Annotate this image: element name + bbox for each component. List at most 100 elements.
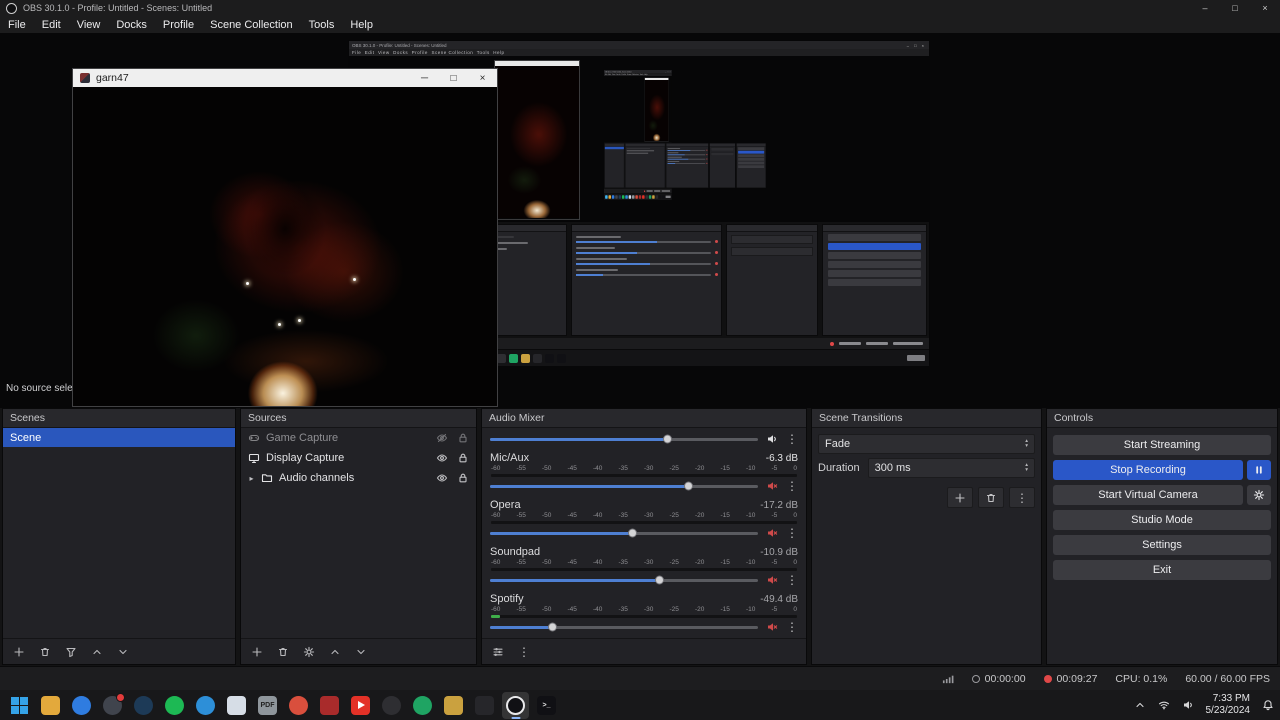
move-source-up-button[interactable] [329, 646, 341, 658]
taskbar-app-youtube-icon[interactable] [347, 692, 374, 719]
minimize-button[interactable]: – [1190, 0, 1220, 16]
lock-icon[interactable] [457, 452, 469, 464]
mixer-item-menu-icon[interactable]: ⋮ [786, 527, 798, 539]
game-close-button[interactable]: × [468, 69, 497, 87]
taskbar-app-pdf-viewer-icon[interactable]: PDF [254, 692, 281, 719]
volume-icon[interactable] [1182, 699, 1194, 711]
tray-overflow-chevron-icon[interactable] [1134, 699, 1146, 711]
advanced-audio-button[interactable] [492, 646, 504, 658]
mixer-menu-button[interactable]: ⋮ [518, 646, 530, 658]
taskbar-app-browser-edge-icon[interactable] [68, 692, 95, 719]
game-maximize-button[interactable]: □ [439, 69, 468, 87]
scene-filters-button[interactable] [65, 646, 77, 658]
start-virtual-camera-button[interactable]: Start Virtual Camera [1053, 485, 1243, 505]
taskbar-app-firefox-icon[interactable] [192, 692, 219, 719]
notifications-icon[interactable] [1262, 699, 1274, 711]
source-properties-button[interactable] [303, 646, 315, 658]
source-row-display-capture[interactable]: Display Capture [241, 448, 476, 468]
fps-counter: 60.00 / 60.00 FPS [1185, 672, 1270, 685]
move-scene-up-button[interactable] [91, 646, 103, 658]
volume-slider[interactable] [490, 622, 758, 632]
taskbar-app-obs-icon[interactable] [502, 691, 529, 719]
volume-slider[interactable] [490, 434, 758, 444]
volume-slider[interactable] [490, 575, 758, 585]
sources-toolbar [241, 638, 476, 664]
mixer-item-menu-icon[interactable]: ⋮ [786, 574, 798, 586]
wifi-icon[interactable] [1158, 699, 1170, 711]
menu-profile[interactable]: Profile [155, 16, 202, 33]
taskbar-app-cursor-tool-icon[interactable] [223, 692, 250, 719]
game-minimize-button[interactable]: ─ [410, 69, 439, 87]
visibility-off-icon[interactable] [436, 432, 448, 444]
pause-recording-button[interactable] [1247, 460, 1271, 480]
taskbar-app-terminal-icon[interactable]: >_ [533, 692, 560, 719]
menu-docks[interactable]: Docks [108, 16, 155, 33]
game-window-title-bar[interactable]: garn47 ─ □ × [73, 69, 497, 87]
move-source-down-button[interactable] [355, 646, 367, 658]
mixer-toolbar: ⋮ [482, 638, 806, 664]
muted-speaker-icon[interactable] [766, 621, 778, 633]
remove-source-button[interactable] [277, 646, 289, 658]
menu-help[interactable]: Help [342, 16, 381, 33]
menu-view[interactable]: View [69, 16, 109, 33]
visibility-icon[interactable] [436, 472, 448, 484]
preview-canvas[interactable]: OBS 30.1.0 - Profile: Untitled - Scenes:… [0, 33, 1280, 408]
muted-speaker-icon[interactable] [766, 574, 778, 586]
maximize-button[interactable]: □ [1220, 0, 1250, 16]
menu-file[interactable]: File [0, 16, 34, 33]
taskbar-app-chrome-icon[interactable] [285, 692, 312, 719]
lock-icon[interactable] [457, 432, 469, 444]
expand-chevron-icon[interactable]: ▸ [248, 474, 255, 483]
close-button[interactable]: × [1250, 0, 1280, 16]
volume-slider[interactable] [490, 528, 758, 538]
menu-scene-collection[interactable]: Scene Collection [202, 16, 301, 33]
taskbar-app-spotify-icon[interactable] [161, 692, 188, 719]
menu-tools[interactable]: Tools [301, 16, 343, 33]
taskbar-app-app-dark-icon[interactable] [378, 692, 405, 719]
duration-spinner[interactable]: 300 ms ▴ ▾ [867, 458, 1035, 478]
mixer-item-menu-icon[interactable]: ⋮ [786, 621, 798, 633]
mixer-item-menu-icon[interactable]: ⋮ [786, 480, 798, 492]
stop-recording-button[interactable]: Stop Recording [1053, 460, 1243, 480]
lock-icon[interactable] [457, 472, 469, 484]
add-source-button[interactable] [251, 646, 263, 658]
transition-select[interactable]: Fade ▴ ▾ [818, 434, 1035, 454]
studio-mode-button[interactable]: Studio Mode [1053, 510, 1271, 530]
transition-properties-button[interactable]: ⋮ [1009, 487, 1035, 508]
muted-speaker-icon[interactable] [766, 480, 778, 492]
remove-transition-button[interactable] [978, 487, 1004, 508]
channel-db-value: -49.4 dB [760, 594, 798, 605]
exit-button[interactable]: Exit [1053, 560, 1271, 580]
remove-scene-button[interactable] [39, 646, 51, 658]
taskbar-clock[interactable]: 7:33 PM 5/23/2024 [1206, 693, 1251, 717]
clock-date: 5/23/2024 [1205, 705, 1251, 716]
taskbar-app-app-black-icon[interactable] [471, 692, 498, 719]
taskbar-app-app-green-icon[interactable] [409, 692, 436, 719]
add-scene-button[interactable] [13, 646, 25, 658]
scene-list-item[interactable]: Scene [3, 428, 235, 447]
add-transition-button[interactable] [947, 487, 973, 508]
start-streaming-button[interactable]: Start Streaming [1053, 435, 1271, 455]
game-viewport[interactable] [73, 87, 497, 406]
transition-value: Fade [825, 438, 851, 450]
settings-button[interactable]: Settings [1053, 535, 1271, 555]
virtual-camera-settings-button[interactable] [1247, 485, 1271, 505]
volume-slider[interactable] [490, 481, 758, 491]
menu-edit[interactable]: Edit [34, 16, 69, 33]
captured-window-title: OBS 30.1.0 - Profile: Untitled - Scenes:… [352, 42, 447, 48]
taskbar-app-adobe-icon[interactable] [316, 692, 343, 719]
taskbar-app-steam-icon[interactable] [130, 692, 157, 719]
taskbar-app-discord-icon[interactable] [99, 692, 126, 719]
taskbar-app-file-explorer-icon[interactable] [37, 692, 64, 719]
recording-indicator-icon [1043, 674, 1052, 683]
move-scene-down-button[interactable] [117, 646, 129, 658]
muted-speaker-icon[interactable] [766, 527, 778, 539]
speaker-icon[interactable] [766, 433, 778, 445]
source-row-game-capture[interactable]: Game Capture [241, 428, 476, 448]
mixer-item-menu-icon[interactable]: ⋮ [786, 433, 798, 445]
taskbar-app-start-icon[interactable] [6, 692, 33, 719]
visibility-icon[interactable] [436, 452, 448, 464]
source-row-audio-channels[interactable]: ▸ Audio channels [241, 468, 476, 488]
mixer-channel-mic-aux: Mic/Aux -6.3 dB -60 -55 -50 -45 -40 -35 -30 -25-… [490, 452, 798, 493]
taskbar-app-app-wheat-icon[interactable] [440, 692, 467, 719]
